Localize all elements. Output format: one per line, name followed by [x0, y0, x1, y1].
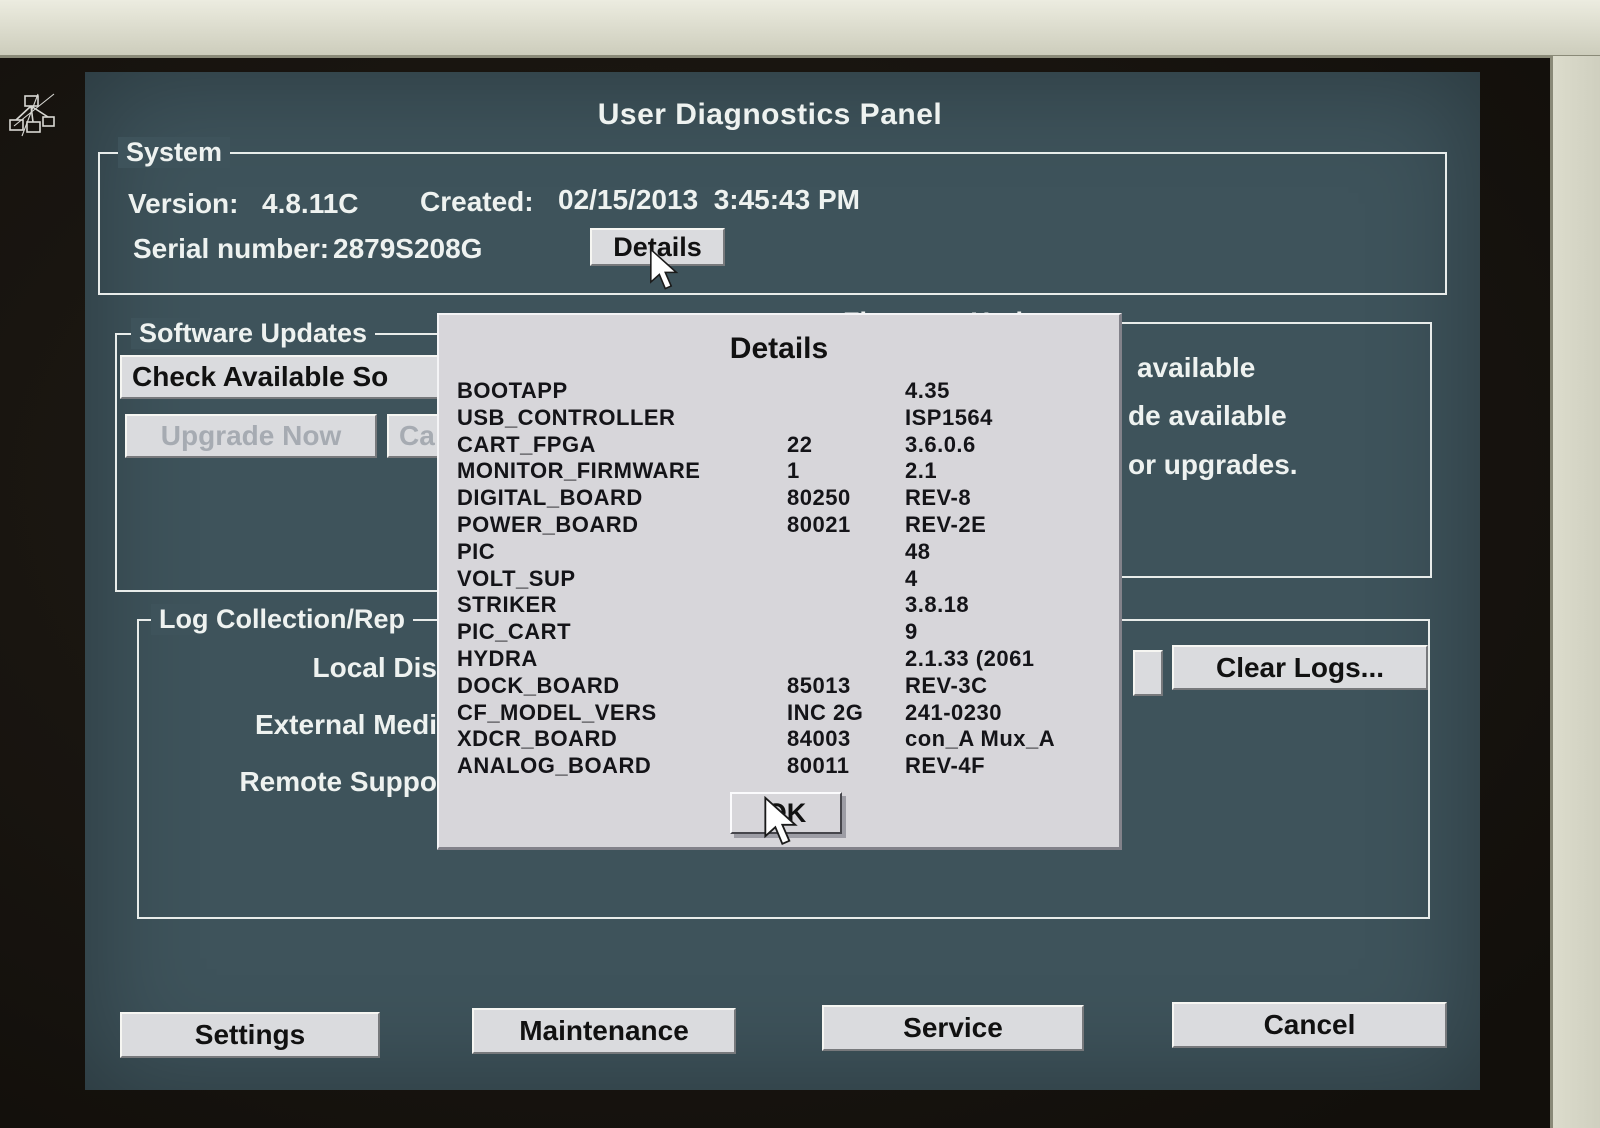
- details-cell-c2: 80021: [787, 512, 851, 538]
- created-label: Created:: [420, 186, 534, 218]
- details-row: HYDRA 2.1.33 (2061: [439, 646, 1119, 673]
- details-cell-name: HYDRA: [457, 646, 538, 672]
- details-row: PIC 48: [439, 539, 1119, 566]
- details-cell-c3: REV-3C: [905, 673, 987, 699]
- serial-value: 2879S208G: [333, 233, 482, 265]
- monitor-bezel-top: [0, 0, 1600, 58]
- details-cell-name: CART_FPGA: [457, 432, 596, 458]
- system-group-label: System: [118, 137, 230, 168]
- version-value: 4.8.11C: [262, 188, 359, 220]
- details-cell-c3: REV-2E: [905, 512, 986, 538]
- cancel-button[interactable]: Cancel: [1172, 1002, 1447, 1048]
- details-cell-c3: ISP1564: [905, 405, 993, 431]
- cursor-arrow-icon: [762, 796, 802, 848]
- details-cell-name: PIC: [457, 539, 495, 565]
- details-row: VOLT_SUP 4: [439, 566, 1119, 593]
- details-cell-c3: 2.1.33 (2061: [905, 646, 1035, 672]
- details-cell-c3: con_A Mux_A: [905, 726, 1055, 752]
- details-cell-c3: 2.1: [905, 458, 937, 484]
- partially-hidden-button[interactable]: [1133, 650, 1163, 696]
- details-cell-c2: 84003: [787, 726, 851, 752]
- details-row: BOOTAPP 4.35: [439, 378, 1119, 405]
- details-row: CF_MODEL_VERS INC 2G 241-0230: [439, 700, 1119, 727]
- details-cell-name: MONITOR_FIRMWARE: [457, 458, 700, 484]
- log-row-label-external: External Medi: [255, 709, 437, 741]
- software-updates-group-label: Software Updates: [131, 318, 375, 349]
- details-cell-c3: 3.6.0.6: [905, 432, 976, 458]
- details-row: USB_CONTROLLER ISP1564: [439, 405, 1119, 432]
- firmware-status-line: or upgrades.: [1128, 449, 1298, 481]
- details-row: CART_FPGA 22 3.6.0.6: [439, 432, 1119, 459]
- details-dialog: Details BOOTAPP 4.35 USB_CONTROLLER ISP1564…: [437, 313, 1122, 850]
- details-row: XDCR_BOARD 84003 con_A Mux_A: [439, 726, 1119, 753]
- dialog-title: Details: [439, 332, 1119, 366]
- system-group: System: [98, 152, 1447, 295]
- clear-logs-button[interactable]: Clear Logs...: [1172, 645, 1428, 690]
- screen-corner-logo-icon: [8, 92, 56, 142]
- upgrade-now-button[interactable]: Upgrade Now: [125, 414, 377, 458]
- details-cell-c2: 80250: [787, 485, 851, 511]
- details-cell-c3: 3.8.18: [905, 592, 969, 618]
- settings-button[interactable]: Settings: [120, 1012, 380, 1058]
- version-label: Version:: [128, 188, 238, 220]
- details-cell-c2: INC 2G: [787, 700, 863, 726]
- details-row: MONITOR_FIRMWARE 1 2.1: [439, 458, 1119, 485]
- log-row-label-remote: Remote Suppo: [239, 766, 437, 798]
- details-cell-name: PIC_CART: [457, 619, 571, 645]
- details-cell-c3: REV-4F: [905, 753, 985, 779]
- details-cell-c3: 4: [905, 566, 918, 592]
- details-row: STRIKER 3.8.18: [439, 592, 1119, 619]
- cursor-arrow-icon: [648, 248, 682, 292]
- maintenance-button[interactable]: Maintenance: [472, 1008, 736, 1054]
- details-cell-c2: 85013: [787, 673, 851, 699]
- details-cell-name: VOLT_SUP: [457, 566, 576, 592]
- details-cell-name: POWER_BOARD: [457, 512, 639, 538]
- details-row: ANALOG_BOARD 80011 REV-4F: [439, 753, 1119, 780]
- details-cell-name: STRIKER: [457, 592, 557, 618]
- log-collection-group-label: Log Collection/Rep: [151, 604, 413, 635]
- created-value: 02/15/2013 3:45:43 PM: [558, 184, 860, 216]
- details-cell-c3: 48: [905, 539, 930, 565]
- details-row: PIC_CART 9: [439, 619, 1119, 646]
- firmware-status-line: available: [1137, 352, 1255, 384]
- details-row: DOCK_BOARD 85013 REV-3C: [439, 673, 1119, 700]
- details-cell-name: XDCR_BOARD: [457, 726, 617, 752]
- details-row: DIGITAL_BOARD 80250 REV-8: [439, 485, 1119, 512]
- details-cell-c3: 241-0230: [905, 700, 1002, 726]
- details-cell-name: ANALOG_BOARD: [457, 753, 651, 779]
- details-cell-name: CF_MODEL_VERS: [457, 700, 657, 726]
- details-cell-c2: 80011: [787, 753, 849, 779]
- details-cell-name: DIGITAL_BOARD: [457, 485, 643, 511]
- monitor-bezel-right: [1550, 56, 1600, 1128]
- details-row: POWER_BOARD 80021 REV-2E: [439, 512, 1119, 539]
- details-cell-c3: 9: [905, 619, 918, 645]
- serial-label: Serial number:: [133, 233, 329, 265]
- log-row-label-local: Local Dis: [313, 652, 437, 684]
- details-cell-c3: REV-8: [905, 485, 971, 511]
- details-cell-name: DOCK_BOARD: [457, 673, 620, 699]
- details-cell-c2: 1: [787, 458, 800, 484]
- details-table: BOOTAPP4.35USB_CONTROLLERISP1564CART_FPG…: [439, 378, 1119, 780]
- service-button[interactable]: Service: [822, 1005, 1084, 1051]
- details-cell-c3: 4.35: [905, 378, 950, 404]
- details-cell-c2: 22: [787, 432, 812, 458]
- details-cell-name: USB_CONTROLLER: [457, 405, 675, 431]
- page-title: User Diagnostics Panel: [440, 98, 1100, 132]
- firmware-status-line: de available: [1128, 400, 1287, 432]
- details-cell-name: BOOTAPP: [457, 378, 568, 404]
